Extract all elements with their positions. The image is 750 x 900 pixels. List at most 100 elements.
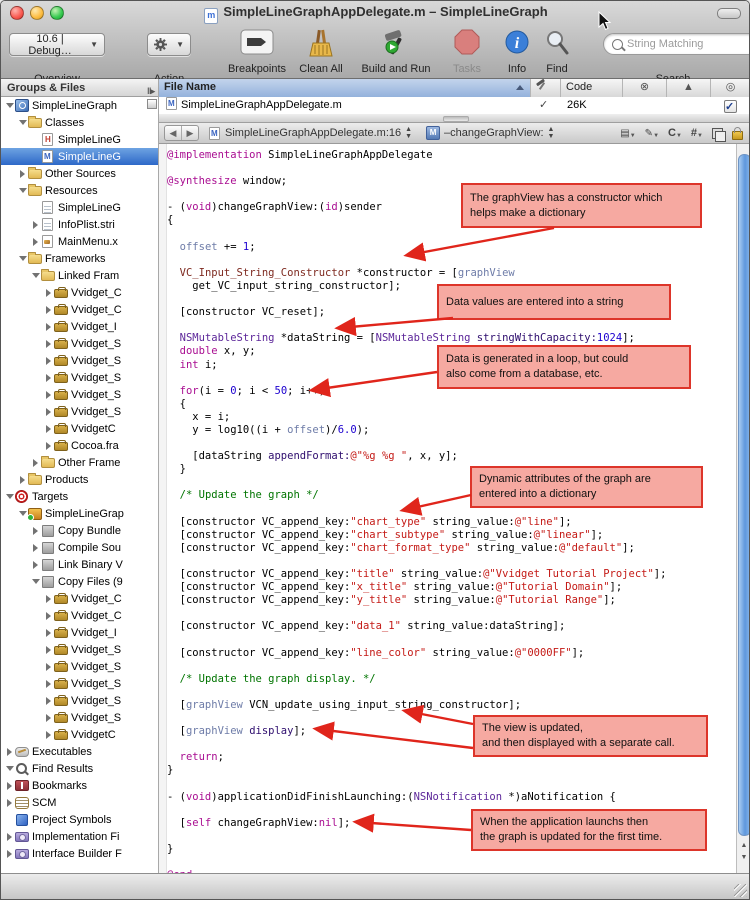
breakpoints-button[interactable]: Breakpoints [226, 23, 288, 75]
sidebar-item[interactable]: Link Binary V [1, 556, 158, 573]
sidebar-item[interactable]: Vvidget_S [1, 403, 158, 420]
disclosure-triangle-icon[interactable] [31, 560, 40, 569]
feedback-menu-icon[interactable]: ✎▼ [645, 128, 659, 139]
sidebar-item[interactable]: Vvidget_C [1, 301, 158, 318]
sidebar-item[interactable]: Find Results [1, 760, 158, 777]
sidebar-item[interactable]: Copy Files (9 [1, 573, 158, 590]
class-menu-icon[interactable]: C▼ [668, 127, 682, 139]
sidebar-item[interactable]: Products [1, 471, 158, 488]
disclosure-triangle-icon[interactable] [31, 273, 40, 278]
disclosure-triangle-icon[interactable] [44, 356, 53, 365]
column-warnings[interactable]: ▲ [667, 79, 711, 97]
disclosure-triangle-icon[interactable] [44, 373, 53, 382]
toolbar-toggle-button[interactable] [717, 8, 741, 19]
sidebar-item[interactable]: Implementation Fi [1, 828, 158, 845]
search-input[interactable]: String Matching [603, 33, 749, 55]
code-editor[interactable]: @implementation SimpleLineGraphAppDelega… [159, 144, 749, 874]
sidebar-item[interactable]: Vvidget_S [1, 335, 158, 352]
sidebar-item[interactable]: Vvidget_I [1, 318, 158, 335]
column-target[interactable]: ◎ [711, 79, 749, 97]
disclosure-triangle-icon[interactable] [31, 543, 40, 552]
bookmark-menu-icon[interactable]: ▤▼ [620, 128, 635, 139]
sidebar-item[interactable]: Frameworks [1, 250, 158, 267]
sidebar-item[interactable]: Copy Bundle [1, 522, 158, 539]
column-build[interactable] [531, 79, 561, 97]
build-and-run-button[interactable]: Build and Run [359, 23, 433, 75]
sidebar-item[interactable]: Targets [1, 488, 158, 505]
splitter-handle[interactable] [443, 116, 469, 122]
sidebar-item[interactable]: Cocoa.fra [1, 437, 158, 454]
disclosure-triangle-icon[interactable] [44, 611, 53, 620]
overview-popup[interactable]: 10.6 | Debug…▼ Overview [9, 33, 105, 85]
clean-all-button[interactable]: Clean All [298, 23, 344, 75]
scroll-down-arrow[interactable]: ▼ [737, 852, 749, 864]
sidebar-item[interactable]: SimpleLineG [1, 131, 158, 148]
sidebar-item[interactable]: VvidgetC [1, 726, 158, 743]
disclosure-triangle-icon[interactable] [31, 220, 40, 229]
sidebar-item[interactable]: MainMenu.x [1, 233, 158, 250]
disclosure-triangle-icon[interactable] [18, 475, 27, 484]
sidebar-item[interactable]: Other Frame [1, 454, 158, 471]
scrollbar-thumb[interactable] [738, 154, 749, 836]
sidebar-item[interactable]: Executables [1, 743, 158, 760]
scroll-up-arrow[interactable]: ▲ [737, 840, 749, 852]
disclosure-triangle-icon[interactable] [44, 424, 53, 433]
sidebar-item[interactable]: Vvidget_C [1, 284, 158, 301]
disclosure-triangle-icon[interactable] [44, 645, 53, 654]
disclosure-triangle-icon[interactable] [44, 305, 53, 314]
column-code[interactable]: Code [561, 79, 623, 97]
disclosure-triangle-icon[interactable] [44, 390, 53, 399]
disclosure-triangle-icon[interactable] [44, 628, 53, 637]
disclosure-triangle-icon[interactable] [18, 169, 27, 178]
lock-icon[interactable] [732, 126, 743, 140]
sidebar-item[interactable]: SimpleLineG [1, 148, 158, 165]
sidebar-item[interactable]: Classes [1, 114, 158, 131]
history-buttons[interactable]: ◀ ▶ [164, 125, 199, 141]
sidebar-item[interactable]: SimpleLineGrap [1, 505, 158, 522]
sidebar-item[interactable]: Vvidget_S [1, 386, 158, 403]
sidebar-item[interactable]: Vvidget_S [1, 641, 158, 658]
disclosure-triangle-icon[interactable] [18, 120, 27, 125]
column-errors[interactable]: ⊗ [623, 79, 667, 97]
disclosure-triangle-icon[interactable] [5, 849, 14, 858]
disclosure-triangle-icon[interactable] [5, 781, 14, 790]
sidebar-item[interactable]: Vvidget_S [1, 658, 158, 675]
sidebar-item[interactable]: Linked Fram [1, 267, 158, 284]
disclosure-triangle-icon[interactable] [44, 696, 53, 705]
disclosure-triangle-icon[interactable] [44, 322, 53, 331]
disclosure-triangle-icon[interactable] [44, 441, 53, 450]
sidebar-item[interactable]: SimpleLineG [1, 199, 158, 216]
disclosure-triangle-icon[interactable] [44, 288, 53, 297]
sidebar-item[interactable]: SimpleLineGraph [1, 97, 158, 114]
disclosure-triangle-icon[interactable] [5, 747, 14, 756]
title-bar[interactable]: m SimpleLineGraphAppDelegate.m – SimpleLi… [1, 1, 749, 24]
find-button[interactable]: Find [539, 23, 575, 75]
action-popup[interactable]: ▼ Action [147, 33, 191, 85]
sidebar-item[interactable]: Vvidget_C [1, 607, 158, 624]
counterpart-icon[interactable] [712, 127, 726, 142]
back-button[interactable]: ◀ [165, 126, 182, 140]
disclosure-triangle-icon[interactable] [44, 594, 53, 603]
sidebar-item[interactable]: Vvidget_S [1, 369, 158, 386]
info-button[interactable]: i Info [499, 23, 535, 75]
sidebar-item[interactable]: Vvidget_S [1, 675, 158, 692]
disclosure-triangle-icon[interactable] [5, 798, 14, 807]
window-resize-grip[interactable] [734, 884, 747, 897]
disclosure-triangle-icon[interactable] [5, 766, 14, 771]
sidebar-item[interactable]: VvidgetC [1, 420, 158, 437]
column-file-name[interactable]: File Name [159, 79, 531, 97]
disclosure-triangle-icon[interactable] [44, 407, 53, 416]
disclosure-triangle-icon[interactable] [18, 256, 27, 261]
editor-scrollbar[interactable]: ▲ ▼ [736, 144, 749, 874]
disclosure-triangle-icon[interactable] [5, 832, 14, 841]
file-table-row[interactable]: SimpleLineGraphAppDelegate.m ✓ 26K [159, 97, 749, 116]
sidebar-item[interactable]: Other Sources [1, 165, 158, 182]
sidebar-item[interactable]: InfoPlist.stri [1, 216, 158, 233]
symbol-popup[interactable]: M –changeGraphView: ▲ ▼ [416, 126, 558, 140]
code-lines[interactable]: @implementation SimpleLineGraphAppDelega… [167, 144, 737, 874]
sidebar-item[interactable]: SCM [1, 794, 158, 811]
disclosure-triangle-icon[interactable] [44, 662, 53, 671]
disclosure-triangle-icon[interactable] [31, 458, 40, 467]
disclosure-triangle-icon[interactable] [18, 188, 27, 193]
sidebar-item[interactable]: Interface Builder F [1, 845, 158, 862]
